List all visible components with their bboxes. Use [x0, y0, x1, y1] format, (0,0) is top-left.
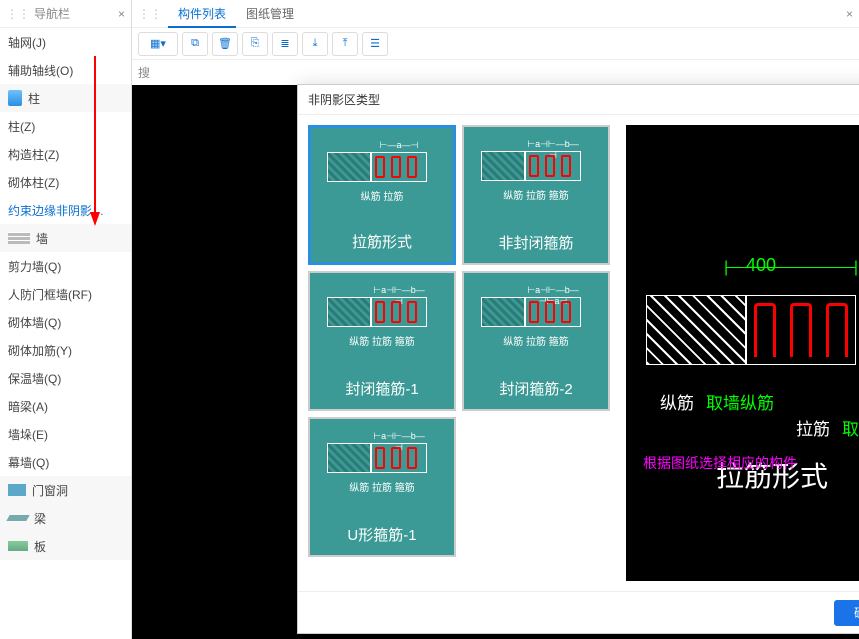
main-area: ⋮⋮ 构件列表 图纸管理 × ▦▾ ⧉ 🗑 ⎘ ≣ ⤓ ⤒ ☰ 搜 非阴影区类型… — [132, 0, 859, 639]
tabs: ⋮⋮ 构件列表 图纸管理 × — [132, 0, 859, 28]
nav-item-curtainwall[interactable]: 幕墙(Q) — [0, 448, 131, 476]
ok-button[interactable]: 确定 — [834, 600, 859, 626]
preview-canvas: 400 纵筋 取墙纵筋 拉筋 取柱箍筋 拉筋形式 — [626, 125, 859, 581]
nav-item-hiddenbeam[interactable]: 暗梁(A) — [0, 392, 131, 420]
hatch-icon — [646, 295, 746, 365]
option-grid: ⊢—a—⊣ 纵筋 拉筋 拉筋形式 ⊢a⊣⊢—b—⊣ 纵筋 拉筋 箍筋 非封闭 — [308, 125, 618, 581]
modal-nonshadow-type: 非阴影区类型 ▢ × ⊢—a—⊣ 纵筋 拉筋 拉筋形式 ⊢a⊣⊢—b—⊣ — [297, 84, 859, 634]
nav-item-masonryrebar[interactable]: 砌体加筋(Y) — [0, 336, 131, 364]
wall-icon — [8, 232, 30, 244]
nav-group-slab[interactable]: 板 — [0, 532, 131, 560]
nav-title: 导航栏 — [34, 5, 118, 22]
search-row[interactable]: 搜 — [132, 60, 859, 85]
dimension-label: 400 — [746, 255, 776, 276]
label-column-stirrup: 取柱箍筋 — [842, 415, 859, 440]
layer-button[interactable]: ≣ — [272, 32, 298, 56]
diagram-icon: ⊢a⊣⊢—b—⊣ 纵筋 拉筋 箍筋 — [327, 429, 437, 489]
rebar-icon — [754, 303, 848, 357]
option-lajin[interactable]: ⊢—a—⊣ 纵筋 拉筋 拉筋形式 — [308, 125, 456, 265]
copy-button[interactable]: ⧉ — [182, 32, 208, 56]
modal-title: 非阴影区类型 — [308, 91, 859, 108]
door-window-icon — [8, 484, 26, 496]
diagram-icon: ⊢a⊣⊢—b—⊣ 纵筋 拉筋 箍筋 — [481, 137, 591, 197]
nav-group-wall[interactable]: 墙 — [0, 224, 131, 252]
import-button[interactable]: ⤓ — [302, 32, 328, 56]
nav-item-axis[interactable]: 轴网(J) — [0, 28, 131, 56]
nav-item-col-z[interactable]: 柱(Z) — [0, 112, 131, 140]
option-nonclosed-stirrup[interactable]: ⊢a⊣⊢—b—⊣ 纵筋 拉筋 箍筋 非封闭箍筋 — [462, 125, 610, 265]
nav-group-opening[interactable]: 门窗洞 — [0, 476, 131, 504]
list-button[interactable]: ☰ — [362, 32, 388, 56]
tab-drawing-mgmt[interactable]: 图纸管理 — [236, 0, 304, 28]
modal-footer: 确定 取消 — [298, 591, 859, 633]
nav-group-beam[interactable]: 梁 — [0, 504, 131, 532]
tab-component-list[interactable]: 构件列表 — [168, 0, 236, 28]
grip-icon: ⋮⋮ — [138, 7, 162, 21]
nav-item-constraint-edge[interactable]: 约束边缘非阴影… — [0, 196, 131, 224]
label-longitudinal: 纵筋 — [660, 389, 694, 414]
nav-item-pier[interactable]: 墙垛(E) — [0, 420, 131, 448]
nav-group-column[interactable]: 柱 — [0, 84, 131, 112]
nav-item-masonrywall[interactable]: 砌体墙(Q) — [0, 308, 131, 336]
label-wall-longitudinal: 取墙纵筋 — [706, 389, 774, 414]
option-u-stirrup-1[interactable]: ⊢a⊣⊢—b—⊣ 纵筋 拉筋 箍筋 U形箍筋-1 — [308, 417, 456, 557]
diagram-icon: ⊢a⊣⊢—b—⊣⊢a⊣ 纵筋 拉筋 箍筋 — [481, 283, 591, 343]
nav-header: ⋮⋮ 导航栏 × — [0, 0, 131, 28]
export-button[interactable]: ⤒ — [332, 32, 358, 56]
beam-icon — [6, 515, 29, 521]
grip-icon: ⋮⋮ — [6, 7, 30, 21]
nav-item-rfwall[interactable]: 人防门框墙(RF) — [0, 280, 131, 308]
pillar-icon — [8, 90, 22, 106]
diagram-icon: ⊢—a—⊣ 纵筋 拉筋 — [327, 138, 437, 198]
paste-button[interactable]: ⎘ — [242, 32, 268, 56]
new-button[interactable]: ▦▾ — [138, 32, 178, 56]
delete-button[interactable]: 🗑 — [212, 32, 238, 56]
diagram-icon: ⊢a⊣⊢—b—⊣ 纵筋 拉筋 箍筋 — [327, 283, 437, 343]
close-icon[interactable]: × — [846, 7, 853, 21]
nav-panel: ⋮⋮ 导航栏 × 轴网(J) 辅助轴线(O) 柱 柱(Z) 构造柱(Z) 砌体柱… — [0, 0, 132, 639]
toolbar: ▦▾ ⧉ 🗑 ⎘ ≣ ⤓ ⤒ ☰ — [132, 28, 859, 60]
nav-item-col-gzz[interactable]: 构造柱(Z) — [0, 140, 131, 168]
modal-titlebar: 非阴影区类型 ▢ × — [298, 85, 859, 115]
nav-item-insulwall[interactable]: 保温墙(Q) — [0, 364, 131, 392]
option-closed-stirrup-1[interactable]: ⊢a⊣⊢—b—⊣ 纵筋 拉筋 箍筋 封闭箍筋-1 — [308, 271, 456, 411]
nav-item-auxaxis[interactable]: 辅助轴线(O) — [0, 56, 131, 84]
option-closed-stirrup-2[interactable]: ⊢a⊣⊢—b—⊣⊢a⊣ 纵筋 拉筋 箍筋 封闭箍筋-2 — [462, 271, 610, 411]
modal-body: ⊢—a—⊣ 纵筋 拉筋 拉筋形式 ⊢a⊣⊢—b—⊣ 纵筋 拉筋 箍筋 非封闭 — [298, 115, 859, 591]
close-icon[interactable]: × — [118, 7, 125, 21]
label-tie: 拉筋 — [796, 415, 830, 440]
nav-item-shearwall[interactable]: 剪力墙(Q) — [0, 252, 131, 280]
nav-item-col-qtz[interactable]: 砌体柱(Z) — [0, 168, 131, 196]
hint-text: 根据图纸选择相应的构件 — [643, 453, 797, 473]
slab-icon — [8, 541, 28, 551]
